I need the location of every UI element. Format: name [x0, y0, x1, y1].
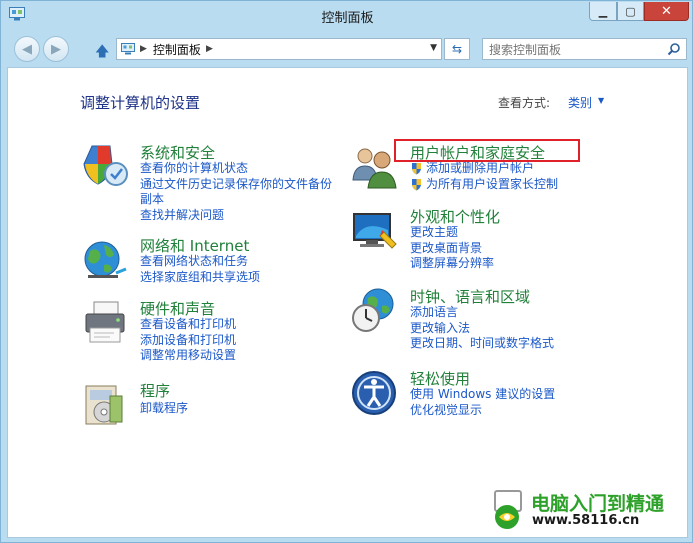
link-add-language[interactable]: 添加语言	[410, 305, 554, 321]
link-view-devices-printers[interactable]: 查看设备和打印机	[140, 317, 236, 333]
refresh-button[interactable]: ⇆	[444, 38, 470, 60]
view-by-label: 查看方式:	[498, 96, 551, 110]
maximize-button[interactable]: ▢	[617, 2, 644, 21]
control-panel-window: 控制面板 ▁ ▢ ✕ ◀ ▶ 🡅 ▶ 控制面板 ▶ ▼ ⇆ 搜索控制面板 调整计…	[0, 0, 693, 543]
category-title-ease-of-access[interactable]: 轻松使用	[410, 368, 470, 389]
display-icon	[353, 213, 397, 249]
back-button[interactable]: ◀	[14, 36, 40, 62]
minimize-button[interactable]: ▁	[589, 2, 617, 21]
search-box[interactable]	[482, 38, 687, 60]
clock-globe-icon	[352, 288, 394, 332]
link-change-input-method[interactable]: 更改输入法	[410, 321, 554, 337]
users-icon	[352, 148, 397, 189]
link-change-theme[interactable]: 更改主题	[410, 225, 494, 241]
link-uninstall-program[interactable]: 卸载程序	[140, 401, 188, 417]
printer-icon	[85, 301, 125, 343]
watermark-url: www.58116.cn	[532, 513, 640, 528]
close-button[interactable]: ✕	[644, 2, 689, 21]
view-by-dropdown[interactable]: 类别	[568, 94, 592, 111]
address-bar[interactable]: ▶ 控制面板 ▶ ▼	[116, 38, 442, 60]
link-add-remove-user-accounts[interactable]: 添加或删除用户帐户	[426, 161, 534, 177]
link-parental-controls[interactable]: 为所有用户设置家长控制	[426, 177, 558, 193]
uac-shield-icon	[412, 178, 421, 191]
address-dropdown-icon[interactable]: ▼	[430, 43, 437, 53]
link-homegroup-sharing[interactable]: 选择家庭组和共享选项	[140, 270, 260, 286]
link-file-history-backup-cont[interactable]: 副本	[140, 192, 332, 208]
link-troubleshoot[interactable]: 查找并解决问题	[140, 208, 332, 224]
category-title-appearance[interactable]: 外观和个性化	[410, 206, 500, 227]
link-add-device-printer[interactable]: 添加设备和打印机	[140, 333, 236, 349]
up-arrow-icon: 🡅	[95, 44, 110, 60]
breadcrumb-separator-icon[interactable]: ▶	[206, 44, 213, 54]
link-file-history-backup[interactable]: 通过文件历史记录保存你的文件备份	[140, 177, 332, 193]
maximize-icon: ▢	[625, 4, 636, 18]
breadcrumb-control-panel[interactable]: 控制面板	[153, 41, 201, 58]
link-optimize-visual-display[interactable]: 优化视觉显示	[410, 403, 555, 419]
programs-icon	[85, 385, 123, 425]
forward-arrow-icon: ▶	[51, 41, 61, 57]
highlight-box	[394, 139, 580, 162]
uac-shield-icon	[412, 163, 421, 175]
link-view-computer-status[interactable]: 查看你的计算机状态	[140, 161, 332, 177]
category-title-hardware-sound[interactable]: 硬件和声音	[140, 298, 215, 319]
search-icon[interactable]	[667, 42, 681, 56]
forward-button[interactable]: ▶	[43, 36, 69, 62]
breadcrumb-separator-icon[interactable]: ▶	[140, 44, 147, 54]
category-title-programs[interactable]: 程序	[140, 380, 170, 401]
category-title-system-security[interactable]: 系统和安全	[140, 142, 215, 163]
link-windows-recommended-settings[interactable]: 使用 Windows 建议的设置	[410, 387, 555, 403]
category-title-clock-language-region[interactable]: 时钟、语言和区域	[410, 286, 530, 307]
watermark-logo-icon	[494, 490, 522, 529]
network-globe-icon	[84, 241, 127, 278]
navigation-bar: ◀ ▶ 🡅 ▶ 控制面板 ▶ ▼ ⇆	[1, 33, 693, 67]
link-change-date-time-format[interactable]: 更改日期、时间或数字格式	[410, 336, 554, 352]
control-panel-crumb-icon	[121, 43, 135, 55]
minimize-icon: ▁	[598, 4, 608, 18]
watermark: 电脑入门到精通 www.58116.cn	[489, 487, 689, 537]
close-icon: ✕	[661, 3, 672, 19]
ease-of-access-icon	[352, 371, 396, 415]
watermark-title: 电脑入门到精通	[531, 493, 665, 515]
shield-check-icon	[83, 145, 128, 186]
link-adjust-resolution[interactable]: 调整屏幕分辨率	[410, 256, 494, 272]
search-input[interactable]	[483, 40, 663, 60]
link-network-status[interactable]: 查看网络状态和任务	[140, 254, 260, 270]
content-pane: 调整计算机的设置 查看方式: 类别 ▼ 系统和安全 查看你的计算机状态 通过文件…	[7, 67, 688, 538]
page-heading: 调整计算机的设置	[80, 94, 201, 112]
up-button[interactable]: 🡅	[95, 41, 109, 65]
back-arrow-icon: ◀	[22, 41, 32, 57]
view-by-chevron-down-icon[interactable]: ▼	[598, 96, 604, 105]
title-bar: 控制面板 ▁ ▢ ✕	[1, 1, 693, 31]
category-title-network-internet[interactable]: 网络和 Internet	[140, 235, 249, 256]
refresh-icon: ⇆	[451, 42, 463, 56]
link-change-desktop-background[interactable]: 更改桌面背景	[410, 241, 494, 257]
link-mobility-settings[interactable]: 调整常用移动设置	[140, 348, 236, 364]
